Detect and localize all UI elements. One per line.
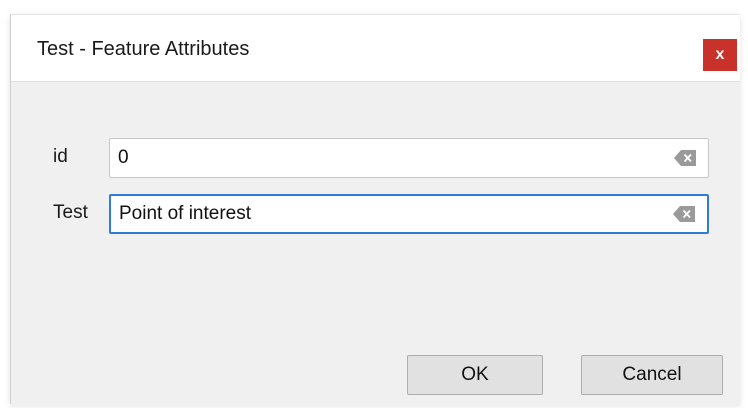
test-label: Test	[53, 202, 88, 223]
cancel-button[interactable]: Cancel	[581, 355, 723, 395]
feature-attributes-dialog: Test - Feature Attributes x id Test OK C…	[10, 14, 740, 406]
close-icon: x	[715, 46, 725, 63]
id-field[interactable]	[109, 138, 709, 178]
ok-button[interactable]: OK	[407, 355, 543, 395]
window-title: Test - Feature Attributes	[37, 38, 250, 60]
clear-field-icon[interactable]	[674, 150, 696, 166]
close-button[interactable]: x	[703, 39, 737, 71]
id-input[interactable]	[118, 139, 664, 177]
clear-field-icon[interactable]	[673, 206, 695, 222]
test-input[interactable]	[119, 196, 663, 232]
test-field[interactable]	[109, 194, 709, 234]
title-bar[interactable]: Test - Feature Attributes x	[11, 15, 740, 81]
id-label: id	[53, 146, 68, 167]
